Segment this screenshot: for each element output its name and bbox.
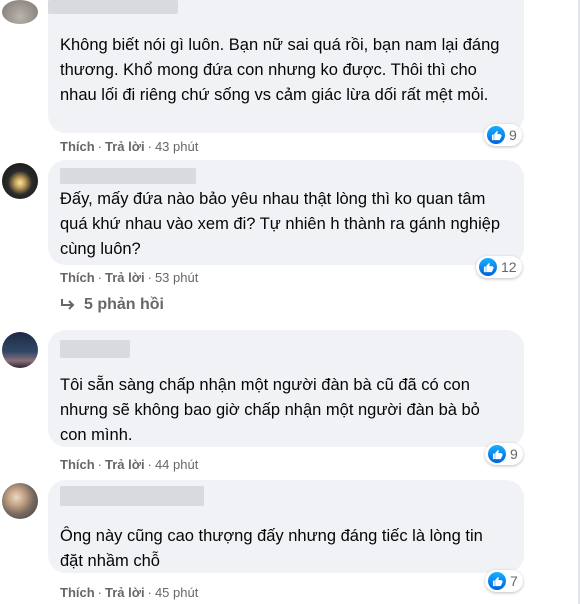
reply-link[interactable]: Trả lời [105, 270, 145, 285]
reaction-count: 7 [510, 573, 518, 589]
like-reaction-icon [488, 572, 506, 590]
comment-bubble: Tôi sẵn sàng chấp nhận một người đàn bà … [48, 330, 524, 447]
like-reaction-icon [487, 126, 505, 144]
commenter-name-redacted [60, 340, 130, 358]
like-link[interactable]: Thích [60, 585, 95, 600]
avatar[interactable] [2, 332, 38, 368]
view-replies-link[interactable]: 5 phản hồi [60, 296, 164, 314]
comment-time[interactable]: 53 phút [155, 270, 198, 285]
comment-actions: Thích · Trả lời · 45 phút [60, 585, 199, 600]
reaction-count: 9 [510, 446, 518, 462]
commenter-name-redacted [60, 486, 204, 506]
reply-arrow-icon [61, 299, 75, 310]
comment-text: Tôi sẵn sàng chấp nhận một người đàn bà … [60, 376, 480, 444]
reaction-badge[interactable]: 12 [476, 256, 522, 278]
like-link[interactable]: Thích [60, 457, 95, 472]
commenter-name-redacted [60, 168, 196, 184]
comment-bubble: Không biết nói gì luôn. Bạn nữ sai quá r… [48, 0, 524, 133]
comment-time[interactable]: 45 phút [155, 585, 198, 600]
comment-time[interactable]: 44 phút [155, 457, 198, 472]
avatar[interactable] [2, 483, 38, 519]
comment-time[interactable]: 43 phút [155, 139, 198, 154]
reaction-badge[interactable]: 9 [484, 124, 522, 146]
reaction-count: 12 [501, 259, 517, 275]
reply-link[interactable]: Trả lời [105, 585, 145, 600]
reaction-badge[interactable]: 7 [485, 570, 523, 592]
reaction-count: 9 [509, 127, 517, 143]
comment-actions: Thích · Trả lời · 53 phút [60, 270, 199, 285]
like-link[interactable]: Thích [60, 270, 95, 285]
comment-bubble: Ông này cũng cao thượng đấy nhưng đáng t… [48, 480, 524, 573]
like-reaction-icon [488, 445, 506, 463]
reaction-badge[interactable]: 9 [485, 443, 523, 465]
comment-text: Đấy, mấy đứa nào bảo yêu nhau thật lòng … [60, 190, 501, 258]
like-link[interactable]: Thích [60, 139, 95, 154]
commenter-name-redacted [48, 0, 178, 14]
like-reaction-icon [479, 258, 497, 276]
replies-label: 5 phản hồi [84, 296, 164, 313]
comment-actions: Thích · Trả lời · 43 phút [60, 139, 199, 154]
comment-actions: Thích · Trả lời · 44 phút [60, 457, 199, 472]
comment-bubble: Đấy, mấy đứa nào bảo yêu nhau thật lòng … [48, 160, 524, 265]
comment-text: Ông này cũng cao thượng đấy nhưng đáng t… [60, 527, 483, 570]
reply-link[interactable]: Trả lời [105, 457, 145, 472]
comment-text: Không biết nói gì luôn. Bạn nữ sai quá r… [60, 36, 500, 104]
avatar[interactable] [2, 0, 38, 24]
reply-link[interactable]: Trả lời [105, 139, 145, 154]
avatar[interactable] [2, 163, 38, 199]
